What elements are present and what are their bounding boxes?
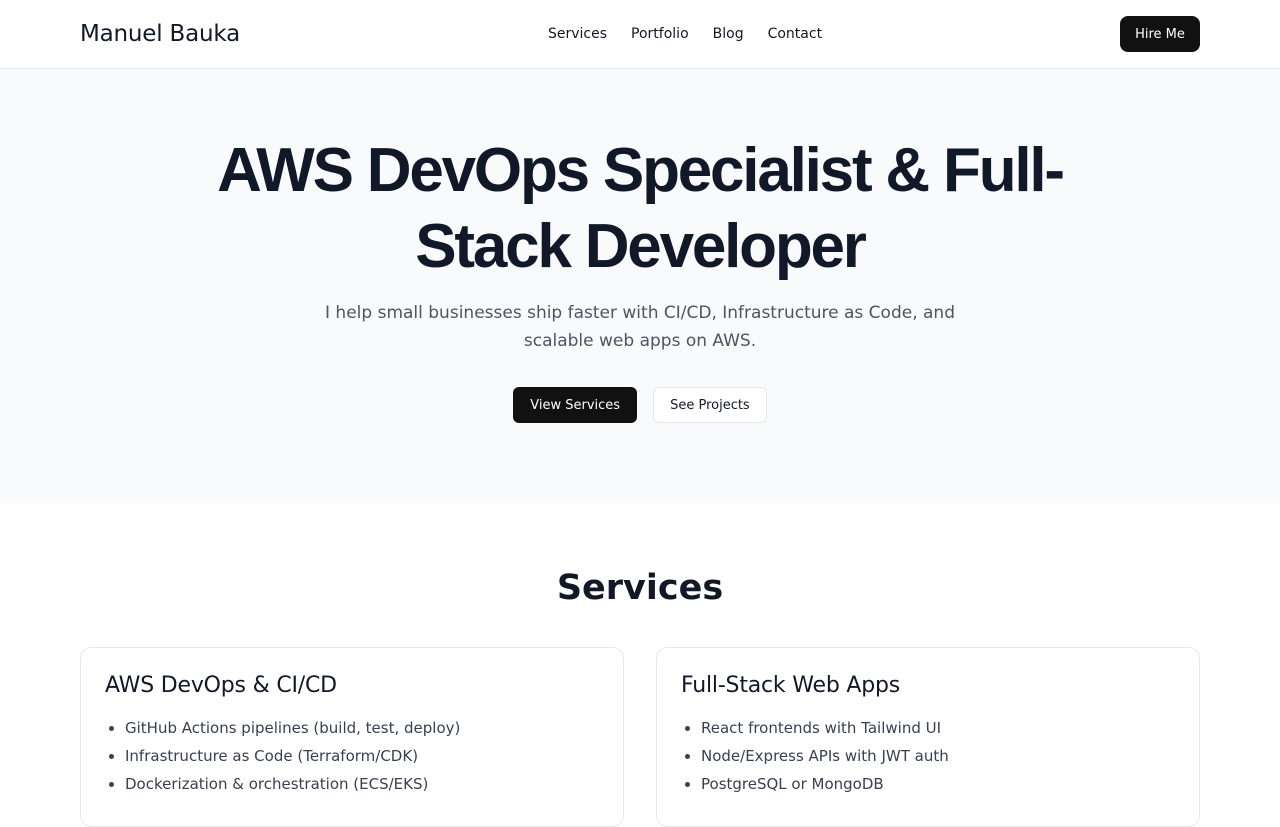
- main-nav: Services Portfolio Blog Contact: [548, 24, 822, 44]
- nav-link-contact[interactable]: Contact: [768, 24, 822, 44]
- service-card-title: Full-Stack Web Apps: [681, 673, 901, 698]
- list-item: GitHub Actions pipelines (build, test, d…: [125, 714, 599, 742]
- hero-section: AWS DevOps Specialist & Full-Stack Devel…: [0, 69, 1280, 503]
- list-item: Node/Express APIs with JWT auth: [701, 742, 1175, 770]
- list-item: Infrastructure as Code (Terraform/CDK): [125, 742, 599, 770]
- hero-subtitle: I help small businesses ship faster with…: [325, 303, 955, 351]
- brand-logo[interactable]: Manuel Bauka: [80, 19, 240, 49]
- list-item: PostgreSQL or MongoDB: [701, 770, 1175, 798]
- nav-link-blog[interactable]: Blog: [713, 24, 744, 44]
- services-heading: Services: [556, 568, 724, 608]
- site-header: Manuel Bauka Services Portfolio Blog Con…: [0, 0, 1280, 69]
- hire-me-button[interactable]: Hire Me: [1120, 16, 1200, 52]
- see-projects-button[interactable]: See Projects: [653, 387, 767, 423]
- list-item: React frontends with Tailwind UI: [701, 714, 1175, 742]
- service-feature-list: GitHub Actions pipelines (build, test, d…: [105, 714, 599, 798]
- list-item: Dockerization & orchestration (ECS/EKS): [125, 770, 599, 798]
- hero-actions: View Services See Projects: [0, 387, 1280, 423]
- nav-link-services[interactable]: Services: [548, 24, 607, 44]
- view-services-button[interactable]: View Services: [513, 387, 638, 423]
- service-card-devops: AWS DevOps & CI/CD GitHub Actions pipeli…: [80, 647, 624, 827]
- nav-link-portfolio[interactable]: Portfolio: [631, 24, 689, 44]
- service-feature-list: React frontends with Tailwind UI Node/Ex…: [681, 714, 1175, 798]
- service-card-fullstack: Full-Stack Web Apps React frontends with…: [656, 647, 1200, 827]
- service-card-title: AWS DevOps & CI/CD: [105, 673, 337, 698]
- hero-title: AWS DevOps Specialist & Full-Stack Devel…: [217, 136, 1065, 281]
